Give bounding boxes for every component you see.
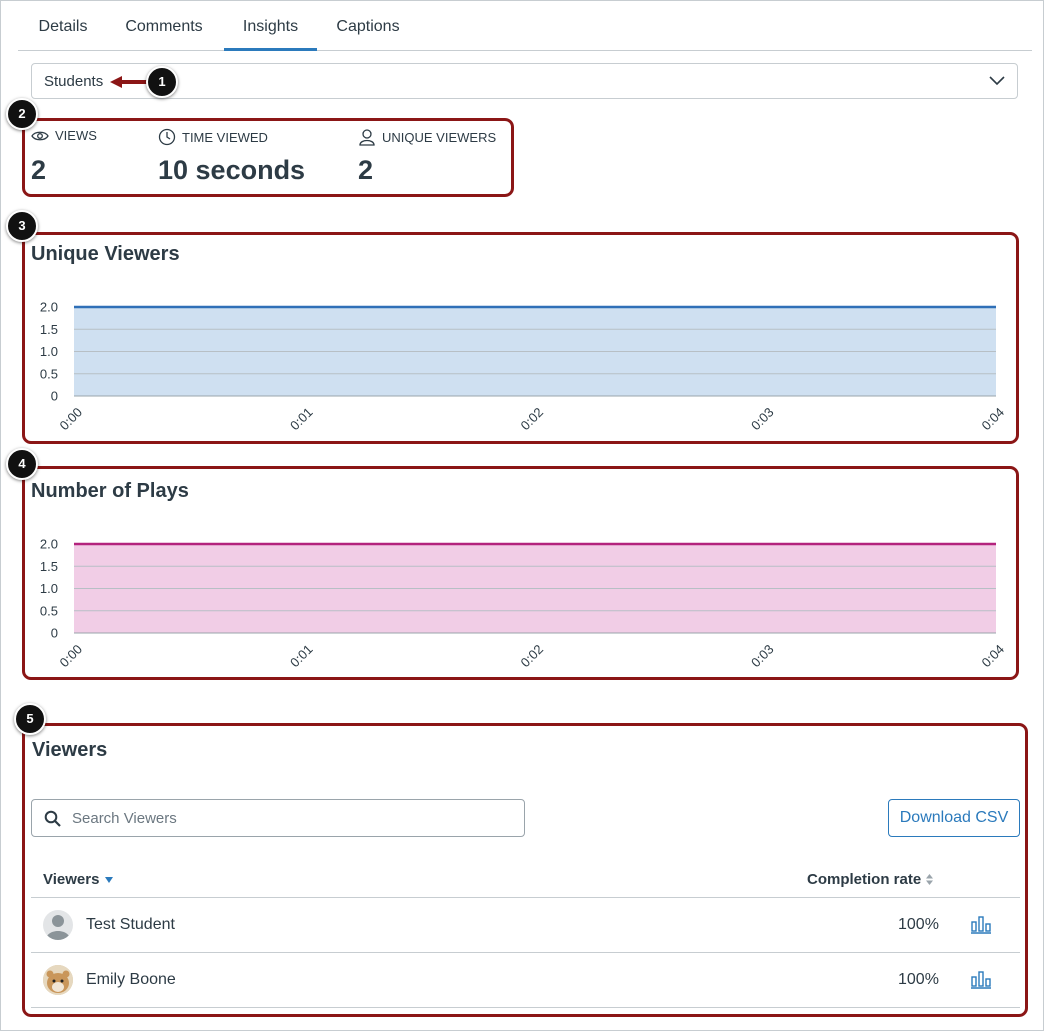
x-tick-label: 0:02 xyxy=(518,642,547,671)
callout-2: 2 xyxy=(6,98,38,130)
stat-time-viewed-label: TIME VIEWED xyxy=(182,129,268,145)
stat-time-viewed-value: 10 seconds xyxy=(158,155,306,185)
stat-unique-viewers: UNIQUE VIEWERS xyxy=(358,128,496,146)
table-row-divider xyxy=(31,952,1020,953)
number-of-plays-chart-title: Number of Plays xyxy=(31,480,189,502)
y-tick-label: 1.5 xyxy=(40,322,58,337)
col-viewers-header[interactable]: Viewers xyxy=(43,871,114,888)
col-completion-label: Completion rate xyxy=(807,871,922,888)
viewer-name: Test Student xyxy=(86,916,175,933)
table-header-divider xyxy=(31,897,1020,898)
callout-arrow xyxy=(110,76,149,88)
bar-chart-icon[interactable] xyxy=(971,916,991,934)
x-tick-label: 0:03 xyxy=(748,405,777,434)
x-tick-label: 0:00 xyxy=(57,642,86,671)
callout-4: 4 xyxy=(6,448,38,480)
x-tick-label: 0:04 xyxy=(979,405,1008,434)
x-tick-label: 0:03 xyxy=(748,642,777,671)
avatar xyxy=(43,910,73,940)
y-tick-label: 0 xyxy=(51,389,58,404)
stat-unique-viewers-label: UNIQUE VIEWERS xyxy=(382,129,497,145)
download-csv-button[interactable]: Download CSV xyxy=(888,799,1020,837)
x-tick-label: 0:01 xyxy=(287,405,316,434)
hamster-avatar-icon xyxy=(43,965,73,995)
col-completion-header[interactable]: Completion rate xyxy=(807,871,934,888)
stat-views-value: 2 xyxy=(31,155,47,185)
tab-insights[interactable]: Insights xyxy=(224,0,317,51)
number-of-plays-chart: 0 0.5 1.0 1.5 2.0 0:00 0:01 0:02 0:03 0:04 xyxy=(40,537,1008,671)
viewer-name: Emily Boone xyxy=(86,971,176,988)
completion-rate: 100% xyxy=(898,971,939,988)
sort-icon xyxy=(926,874,934,885)
stat-views-label: VIEWS xyxy=(55,128,97,143)
default-avatar-icon xyxy=(46,915,70,940)
eye-icon xyxy=(31,131,49,140)
sort-down-icon xyxy=(105,876,114,883)
viewer-filter-select[interactable]: Students xyxy=(31,63,1018,99)
search-viewers-placeholder: Search Viewers xyxy=(72,810,177,827)
chevron-down-icon xyxy=(989,76,1005,86)
x-tick-label: 0:00 xyxy=(57,405,86,434)
stat-unique-viewers-value: 2 xyxy=(358,155,374,185)
bar-chart-icon[interactable] xyxy=(971,971,991,989)
y-tick-label: 0.5 xyxy=(40,603,58,618)
callout-3: 3 xyxy=(6,210,38,242)
viewer-filter-value: Students xyxy=(44,73,104,90)
y-tick-label: 2.0 xyxy=(40,537,58,552)
avatar xyxy=(43,965,73,995)
y-tick-label: 1.0 xyxy=(40,344,58,359)
unique-viewers-chart-title: Unique Viewers xyxy=(31,243,180,265)
y-tick-label: 1.5 xyxy=(40,559,58,574)
stat-time-viewed: TIME VIEWED xyxy=(158,128,268,146)
y-tick-label: 2.0 xyxy=(40,300,58,315)
completion-rate: 100% xyxy=(898,916,939,933)
tab-captions[interactable]: Captions xyxy=(324,0,412,50)
y-tick-label: 0.5 xyxy=(40,366,58,381)
user-icon xyxy=(359,129,375,146)
stat-views: VIEWS xyxy=(31,128,97,143)
search-viewers-input[interactable]: Search Viewers xyxy=(31,799,525,837)
x-tick-label: 0:04 xyxy=(979,642,1008,671)
search-icon xyxy=(44,810,61,827)
col-viewers-label: Viewers xyxy=(43,871,100,888)
y-tick-label: 0 xyxy=(51,626,58,641)
y-tick-label: 1.0 xyxy=(40,581,58,596)
callout-5: 5 xyxy=(14,703,46,735)
callout-1: 1 xyxy=(146,66,178,98)
table-row-divider xyxy=(31,1007,1020,1008)
x-tick-label: 0:01 xyxy=(287,642,316,671)
unique-viewers-chart: 0 0.5 1.0 1.5 2.0 0:00 0:01 0:02 0:03 0:04 xyxy=(40,300,1008,434)
viewers-title: Viewers xyxy=(32,739,108,761)
clock-icon xyxy=(158,128,176,146)
x-tick-label: 0:02 xyxy=(518,405,547,434)
tab-bar: Details Comments Insights Captions xyxy=(18,0,1032,51)
tab-comments[interactable]: Comments xyxy=(114,0,214,50)
tab-details[interactable]: Details xyxy=(18,0,108,50)
